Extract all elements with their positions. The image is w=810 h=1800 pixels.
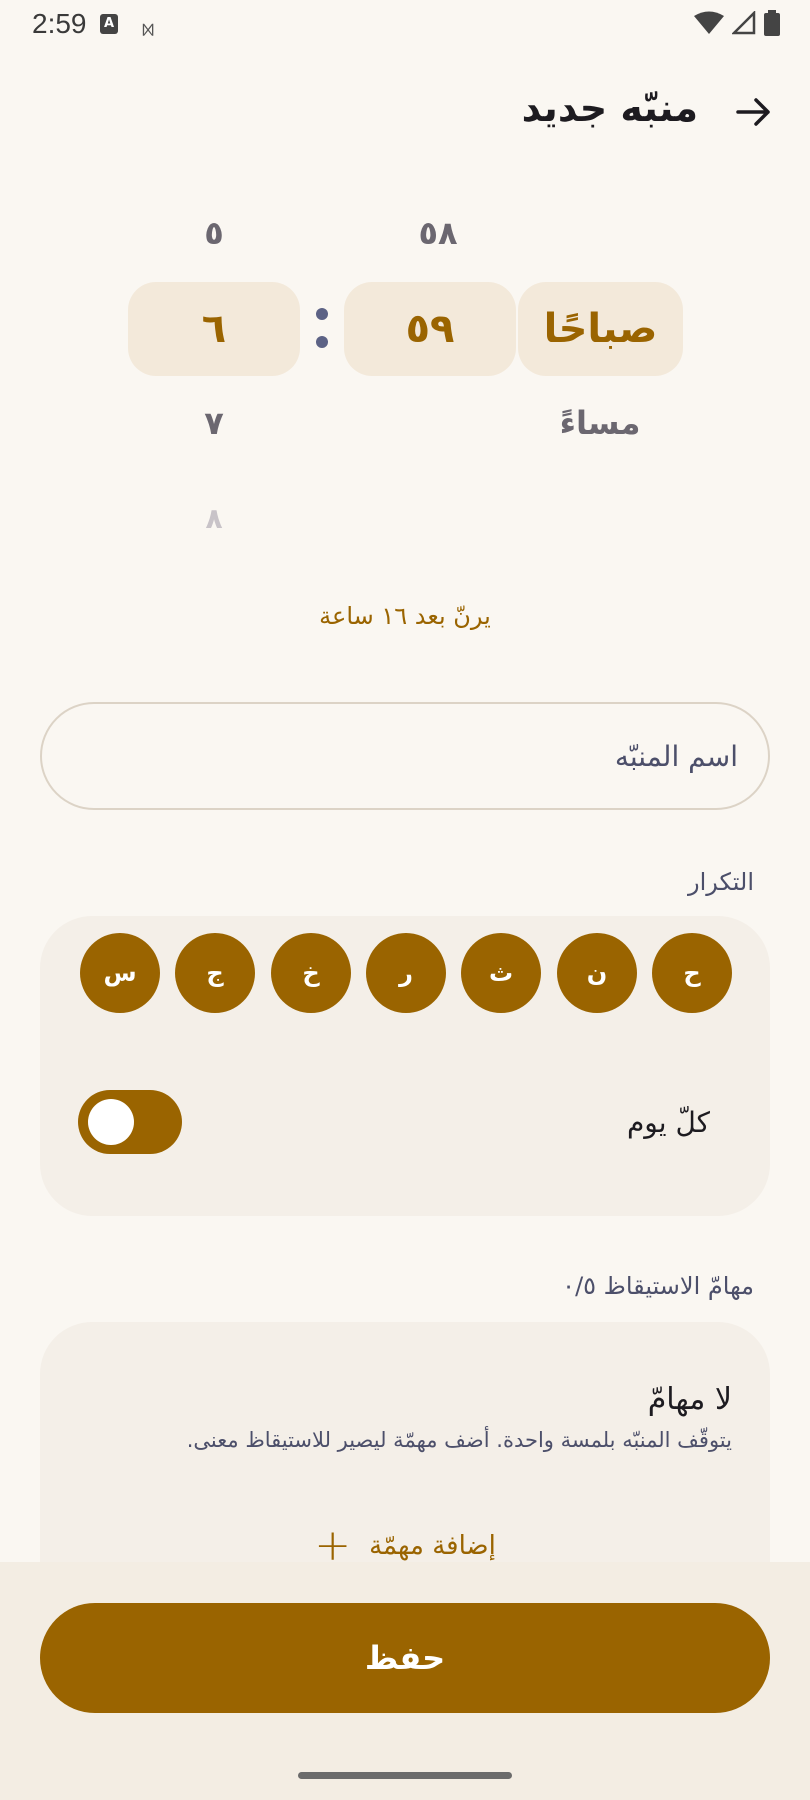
wifi-icon (694, 11, 724, 34)
wake-tasks-label: مهامّ الاستيقاظ ٠/٥ (562, 1272, 754, 1300)
no-tasks-subtitle: يتوقّف المنبّه بلمسة واحدة. أضف مهمّة لي… (186, 1428, 732, 1452)
day-sunday[interactable]: ح (652, 933, 732, 1013)
day-wednesday[interactable]: ر (366, 933, 446, 1013)
repeat-label: التكرار (688, 868, 754, 896)
day-monday[interactable]: ن (557, 933, 637, 1013)
everyday-label: كلّ يوم (626, 1106, 710, 1139)
hour-next-2[interactable]: ٨ (174, 502, 254, 535)
battery-icon (764, 10, 780, 36)
page-title: منبّه جديد (521, 86, 698, 130)
minute-selected[interactable]: ٥٩ (344, 282, 516, 376)
back-arrow-icon[interactable] (734, 92, 774, 132)
time-colon (312, 302, 332, 362)
status-time: 2:59 (32, 8, 87, 39)
plus-icon: + (314, 1520, 352, 1571)
day-saturday[interactable]: س (80, 933, 160, 1013)
minute-prev[interactable]: ٥٨ (398, 214, 478, 252)
add-task-label: إضافة مهمّة (369, 1531, 496, 1561)
day-thursday[interactable]: خ (271, 933, 351, 1013)
toggle-knob (88, 1099, 134, 1145)
status-icons (694, 10, 780, 36)
period-selected[interactable]: صباحًا (518, 282, 683, 376)
hour-prev[interactable]: ٥ (174, 214, 254, 252)
no-tasks-title: لا مهامّ (647, 1382, 732, 1417)
period-next[interactable]: مساءً (540, 404, 660, 442)
a-badge-icon: A (100, 14, 118, 34)
day-friday[interactable]: ج (175, 933, 255, 1013)
home-indicator (298, 1772, 512, 1779)
alarm-name-input[interactable] (40, 702, 770, 810)
hour-next[interactable]: ٧ (174, 404, 254, 442)
rings-in-text: يرنّ بعد ١٦ ساعة (319, 602, 491, 630)
day-tuesday[interactable]: ث (461, 933, 541, 1013)
save-button[interactable]: حفظ (40, 1603, 770, 1713)
cat-icon: ᢂ (142, 21, 155, 42)
everyday-toggle[interactable] (78, 1090, 182, 1154)
signal-icon (732, 11, 756, 35)
hour-selected[interactable]: ٦ (128, 282, 300, 376)
add-task-button[interactable]: إضافة مهمّة + (0, 1524, 810, 1568)
